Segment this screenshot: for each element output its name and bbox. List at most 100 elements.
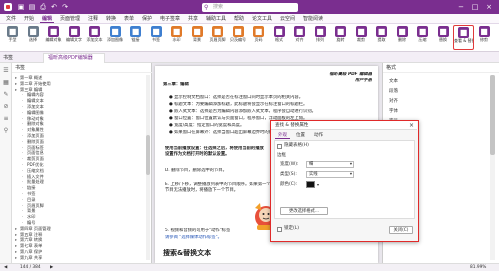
menu-bar: 文件 开始 编辑 页面管理 注释 转换 表单 保护 电子签章 共享 辅助工具 帮助 论文工具 云空间 智能阅…: [0, 14, 499, 24]
crop-button[interactable]: ■ 裁剪: [351, 25, 372, 50]
format-item[interactable]: 对齐: [389, 99, 398, 105]
edit-text-button[interactable]: ■ 编辑文字: [64, 25, 85, 50]
watermark-button[interactable]: ■ 水印: [166, 25, 187, 50]
arrange-button[interactable]: ■ 排列: [310, 25, 331, 50]
menu-item[interactable]: 保护: [140, 15, 154, 23]
search-input[interactable]: ⚲ 搜索: [202, 3, 298, 12]
chevron-down-icon[interactable]: ▾: [317, 181, 319, 188]
view-replace-icon: ■: [458, 27, 469, 38]
hide-checkbox[interactable]: [277, 144, 282, 149]
media-action-link[interactable]: 请参阅 "选择媒体动作标签"。: [165, 235, 222, 240]
color-swatch[interactable]: [306, 181, 315, 188]
maximize-icon[interactable]: □: [469, 2, 481, 12]
compress-button[interactable]: ■ 压缩: [412, 25, 433, 50]
bookmark-icon: ■: [150, 26, 162, 37]
document-tab[interactable]: 福昕高级PDF编辑器: [43, 53, 105, 63]
extract-icon: ■: [376, 26, 387, 37]
rotate-button[interactable]: ■ 旋转: [330, 25, 351, 50]
menu-item[interactable]: 开始: [22, 15, 36, 23]
format-item[interactable]: 字体: [389, 109, 398, 115]
thumbnail-panel-icon[interactable]: ▦: [2, 79, 10, 87]
save-icon[interactable]: ▣: [17, 3, 25, 11]
outline-item-label: 移动对象: [27, 115, 44, 121]
align-button[interactable]: ■ 对齐: [289, 25, 310, 50]
replace-button[interactable]: ■ 替换: [433, 25, 454, 50]
menu-item[interactable]: 文件: [4, 15, 18, 23]
change-format-button[interactable]: 更改选择格式...: [280, 207, 328, 215]
link-button[interactable]: ■ 链接: [125, 25, 146, 50]
dialog-tab-appearance[interactable]: 外观: [275, 132, 290, 139]
layers-panel-icon[interactable]: ≡: [2, 115, 10, 123]
crop-icon: ■: [355, 26, 367, 37]
ribbon-button-label: 链接: [131, 37, 140, 42]
next-page-icon[interactable]: ▶: [50, 264, 53, 271]
menu-item[interactable]: 论文工具: [250, 15, 274, 23]
color-label: 颜色(C):: [280, 182, 298, 187]
outline-scrollbar[interactable]: [146, 75, 150, 260]
menu-item[interactable]: 转换: [104, 15, 118, 23]
format-item[interactable]: 文本: [389, 79, 398, 85]
menu-item[interactable]: 共享: [186, 15, 200, 23]
format-panel-scroll-thumb[interactable]: [490, 75, 495, 155]
bookmark-button[interactable]: ■ 书签: [146, 25, 167, 50]
cursor-button[interactable]: ■ 选择: [23, 25, 44, 50]
outline-item-label: 第三章 编辑: [20, 86, 43, 92]
width-select[interactable]: 细 ▾: [306, 161, 354, 168]
view-replace-button[interactable]: ■查看 & 替换: [453, 25, 474, 50]
close-button[interactable]: 关闭(C): [389, 226, 413, 234]
comment-panel-icon[interactable]: ✎: [2, 91, 10, 99]
dialog-tab-action[interactable]: 动作: [311, 132, 326, 139]
page-number-button[interactable]: ■ 页码: [248, 25, 269, 50]
menu-item[interactable]: 帮助: [232, 15, 246, 23]
close-icon[interactable]: ×: [483, 2, 495, 12]
menu-item[interactable]: 电子签章: [158, 15, 182, 23]
format-button[interactable]: ■ 格式: [269, 25, 290, 50]
format-item[interactable]: 段落: [389, 89, 398, 95]
type-select[interactable]: 实线 ▾: [306, 171, 354, 178]
prev-page-icon[interactable]: ◀: [4, 264, 7, 271]
outline-item-label: 添加文本: [27, 104, 44, 109]
undo-icon[interactable]: ↶: [50, 3, 58, 11]
hand-button[interactable]: ■ 手型: [2, 25, 23, 50]
bookmark-panel-icon[interactable]: ☰: [2, 67, 10, 75]
zoom-level[interactable]: 81.99%: [470, 264, 486, 271]
status-bar: ◀ 144 / 384 ▶ 81.99%: [0, 263, 499, 271]
chapter-heading: 第三章：编辑: [163, 82, 189, 87]
edit-object-button[interactable]: ■ 编辑对象: [43, 25, 64, 50]
outline-item[interactable]: ▸ 第九章 共享: [15, 255, 149, 261]
format-panel-scrollbar[interactable]: [490, 75, 495, 260]
background-icon: ■: [191, 26, 203, 37]
dialog-close-icon[interactable]: ×: [409, 121, 414, 130]
dialog-tab-position[interactable]: 位置: [293, 132, 308, 139]
print-icon[interactable]: ⎙: [39, 3, 47, 11]
menu-item[interactable]: 页面管理: [58, 15, 82, 23]
outline-item-label: 第二章 开始使用: [20, 80, 51, 86]
add-image-button[interactable]: ■ 添加图像: [105, 25, 126, 50]
outline-item-label: 第一章 概述: [20, 75, 43, 80]
minimize-icon[interactable]: −: [455, 2, 467, 12]
menu-item[interactable]: 编辑: [40, 15, 55, 23]
panel-label: 书签: [3, 55, 14, 61]
attachment-panel-icon[interactable]: ⊘: [2, 103, 10, 111]
outline-scroll-thumb[interactable]: [146, 135, 150, 175]
redo-icon[interactable]: ↷: [61, 3, 69, 11]
header-footer-button[interactable]: ■ 页眉页脚: [207, 25, 228, 50]
menu-item[interactable]: 辅助工具: [204, 15, 228, 23]
menu-item[interactable]: 注释: [86, 15, 100, 23]
menu-item[interactable]: 表单: [122, 15, 136, 23]
locked-checkbox[interactable]: [277, 227, 282, 232]
background-button[interactable]: ■ 背景: [187, 25, 208, 50]
trim-button[interactable]: ■ 修剪: [474, 25, 495, 50]
delete-button[interactable]: ■ 删除: [392, 25, 413, 50]
bullet-line: ● 标题文本：为要编辑添加标题，此标题将会显示在标注窗口的标题栏。: [169, 102, 308, 107]
page-indicator[interactable]: 144 / 384: [20, 264, 41, 271]
menu-item[interactable]: 云空间: [278, 15, 297, 23]
ribbon-button-label: 压缩: [418, 37, 427, 42]
open-icon[interactable]: ▤: [28, 3, 36, 11]
menu-item[interactable]: 智能阅读: [301, 15, 325, 23]
outline-item-label: PDF优化: [27, 162, 44, 167]
bates-button[interactable]: ■ 贝茨编号: [228, 25, 249, 50]
extract-button[interactable]: ■ 提取: [371, 25, 392, 50]
search-panel-icon[interactable]: ⚲: [2, 127, 10, 135]
add-text-button[interactable]: ■ 添加文本: [84, 25, 105, 50]
